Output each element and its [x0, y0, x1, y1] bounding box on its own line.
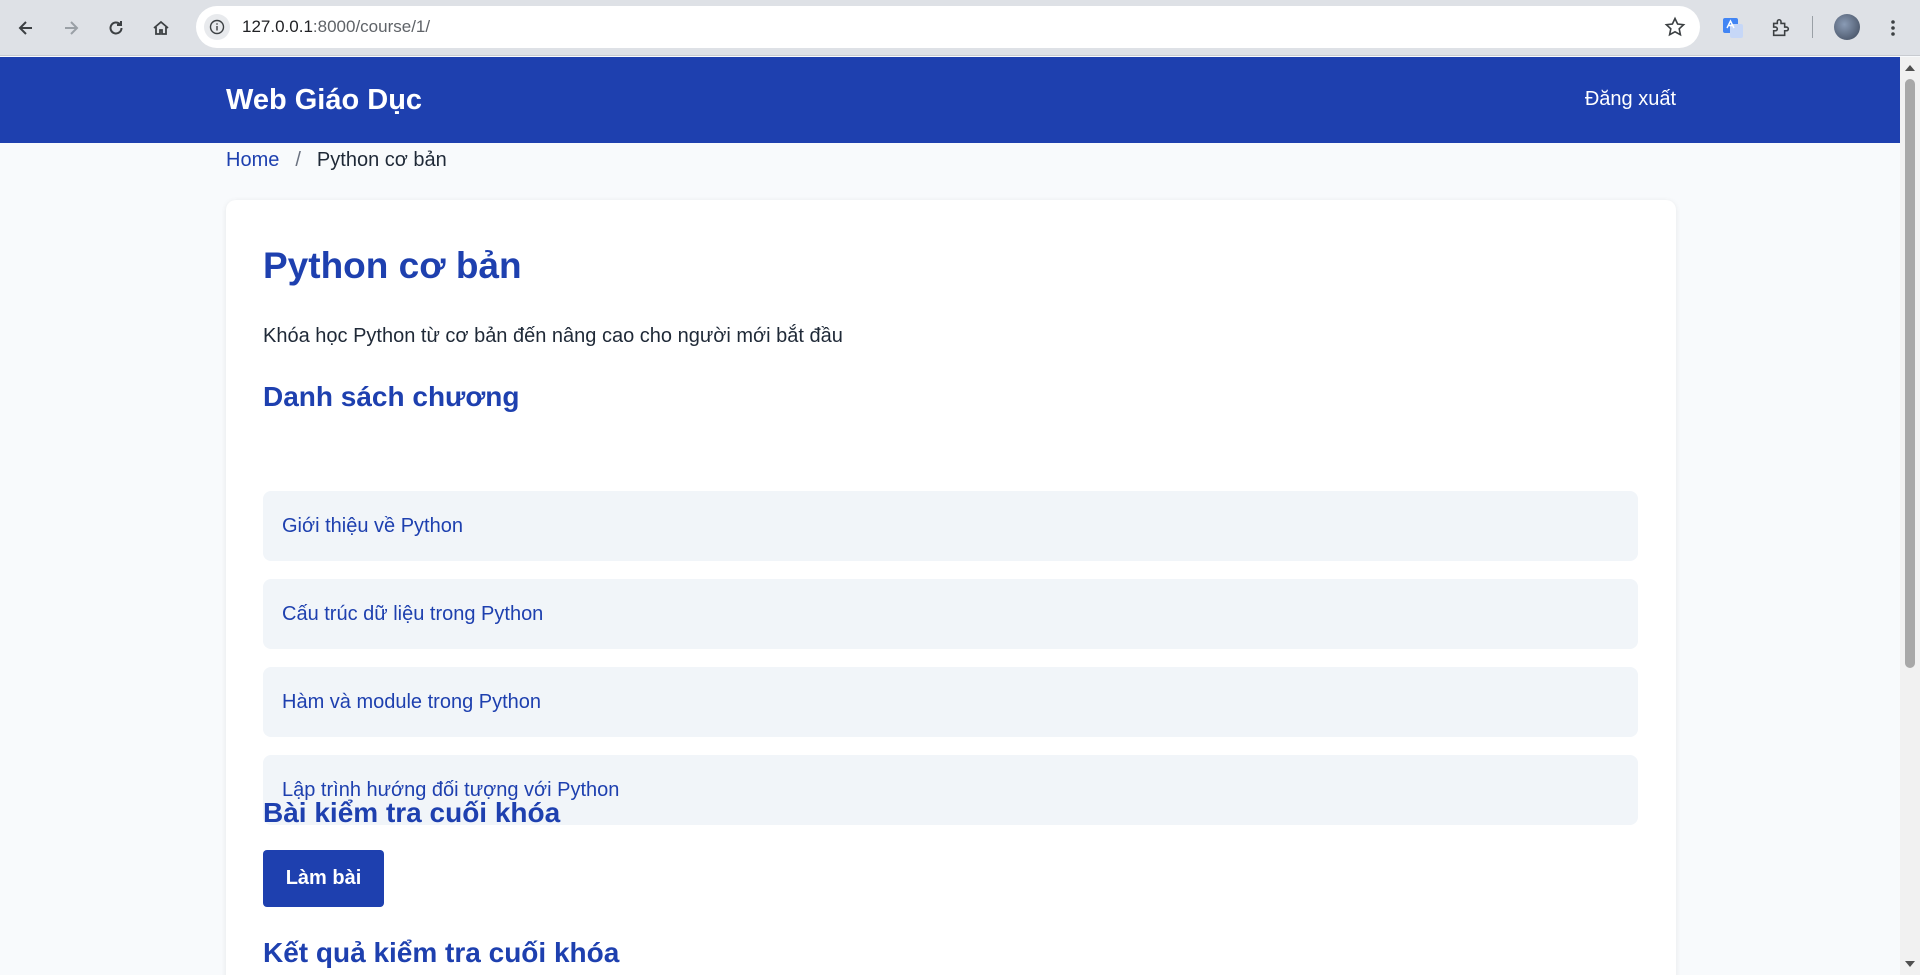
chapter-item[interactable]: Giới thiệu về Python [263, 491, 1638, 561]
translate-extension-button[interactable] [1718, 13, 1748, 43]
forward-button[interactable] [55, 12, 87, 44]
chapters-heading: Danh sách chương [263, 381, 520, 412]
course-card: Python cơ bản Khóa học Python từ cơ bản … [226, 200, 1676, 975]
arrow-left-icon [18, 21, 32, 35]
breadcrumb-current: Python cơ bản [316, 149, 447, 171]
scroll-up-arrow-icon[interactable] [1905, 65, 1915, 71]
back-button[interactable] [10, 12, 42, 44]
reload-icon [109, 21, 123, 35]
vertical-scrollbar[interactable] [1900, 57, 1920, 975]
logout-link[interactable]: Đăng xuất [1585, 88, 1676, 111]
start-quiz-button[interactable]: Làm bài [263, 850, 384, 907]
toolbar-divider [1812, 16, 1813, 38]
site-brand[interactable]: Web Giáo Dục [226, 84, 422, 117]
extensions-button[interactable] [1766, 13, 1796, 43]
site-info-icon[interactable] [204, 14, 230, 40]
final-quiz-heading: Bài kiểm tra cuối khóa [263, 797, 561, 828]
home-button[interactable] [145, 12, 177, 44]
puzzle-icon [1772, 18, 1790, 37]
chapter-item[interactable]: Hàm và module trong Python [263, 667, 1638, 737]
scrollbar-thumb[interactable] [1905, 79, 1915, 668]
reload-button[interactable] [100, 12, 132, 44]
scroll-down-arrow-icon[interactable] [1905, 961, 1915, 967]
arrow-right-icon [65, 21, 79, 35]
results-heading: Kết quả kiểm tra cuối khóa [263, 937, 620, 968]
chapter-link[interactable]: Cấu trúc dữ liệu trong Python [282, 603, 543, 626]
url-host: 127.0.0.1 [242, 17, 313, 36]
chapter-link[interactable]: Giới thiệu về Python [282, 515, 463, 538]
course-title: Python cơ bản [263, 245, 522, 286]
chapter-link[interactable]: Hàm và module trong Python [282, 691, 541, 714]
breadcrumb: Home / Python cơ bản [226, 149, 447, 172]
breadcrumb-home-link[interactable]: Home [226, 149, 279, 172]
menu-button[interactable] [1878, 13, 1908, 43]
chapter-item[interactable]: Cấu trúc dữ liệu trong Python [263, 579, 1638, 649]
url-path: :8000/course/1/ [312, 17, 431, 36]
course-description: Khóa học Python từ cơ bản đến nâng cao c… [263, 325, 843, 347]
browser-toolbar: 127.0.0.1:8000/course/1/ [0, 0, 1920, 56]
breadcrumb-separator: / [295, 149, 301, 171]
home-icon [153, 20, 169, 35]
profile-avatar[interactable] [1834, 14, 1860, 40]
site-header: Web Giáo Dục Đăng xuất [0, 57, 1900, 143]
page-viewport: Web Giáo Dục Đăng xuất Home / Python cơ … [0, 57, 1900, 975]
address-bar[interactable]: 127.0.0.1:8000/course/1/ [196, 6, 1700, 48]
url-text: 127.0.0.1:8000/course/1/ [242, 17, 430, 37]
bookmark-star-icon[interactable] [1664, 16, 1686, 38]
more-vertical-icon [1891, 20, 1895, 36]
google-translate-icon [1723, 18, 1743, 38]
